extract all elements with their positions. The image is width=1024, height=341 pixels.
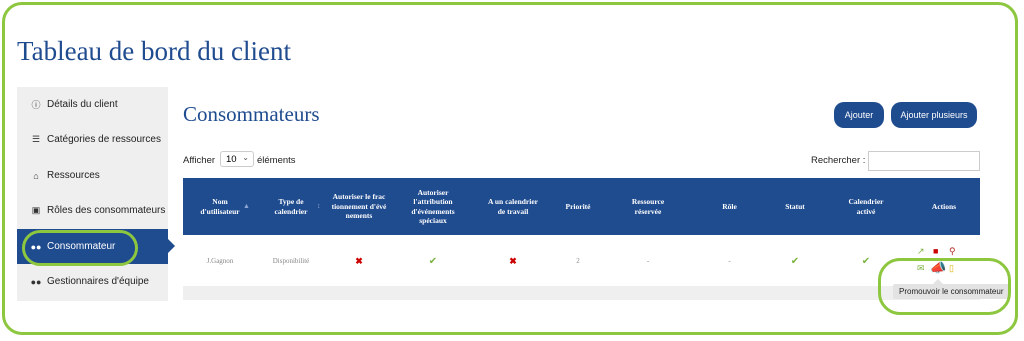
- cell-has-work-calendar: ✖: [473, 236, 553, 286]
- sidebar-item-label: Rôles des consommateurs: [47, 205, 166, 216]
- sidebar-item-label: Détails du client: [47, 99, 118, 110]
- sidebar-item-team-managers[interactable]: ●● Gestionnaires d'équipe: [17, 264, 168, 299]
- column-header-reserved-resource[interactable]: Ressource réservée: [603, 178, 693, 235]
- sidebar-item-details[interactable]: ⓘ Détails du client: [17, 87, 168, 122]
- key-icon[interactable]: ⚲: [949, 246, 956, 257]
- cell-username: J.Gagnon: [206, 257, 234, 265]
- cross-icon: ✖: [509, 255, 517, 266]
- table-header: Nom d'utilisateur ▲ Type de calendrier ↕…: [183, 178, 980, 235]
- id-badge-icon: ▣: [31, 205, 41, 215]
- search-input[interactable]: [868, 151, 980, 171]
- column-header-calendar-type[interactable]: Type de calendrier ↕: [257, 178, 325, 235]
- cell-calendar-type: Disponibilité: [272, 257, 310, 265]
- column-header-actions: Actions: [931, 201, 957, 211]
- edit-icon[interactable]: ↗: [917, 246, 925, 257]
- table-row: [183, 286, 980, 300]
- column-header-has-work-calendar[interactable]: A un calendrier de travail: [473, 178, 553, 235]
- users-icon: ●●: [30, 276, 42, 287]
- sidebar-item-resources[interactable]: ⌂ Ressources: [17, 158, 168, 193]
- page-size-select[interactable]: 10 ⌄: [220, 151, 254, 167]
- chevron-down-icon: ⌄: [242, 153, 249, 162]
- column-header-priority[interactable]: Priorité: [553, 178, 603, 235]
- table-row: J.Gagnon Disponibilité ✖ ✔ ✖ 2 - - ✔ ✔: [183, 236, 980, 286]
- active-indicator-arrow: [168, 239, 175, 253]
- cell-status: ✔: [766, 236, 824, 286]
- check-icon: ✔: [790, 255, 800, 267]
- sidebar-item-label: Catégories de ressources: [47, 134, 161, 145]
- column-header-status[interactable]: Statut: [766, 178, 824, 235]
- cross-icon: ✖: [355, 255, 363, 266]
- highlight-oval-consumer: [22, 230, 138, 266]
- column-header-calendar-enabled[interactable]: Calendrier activé: [824, 178, 908, 235]
- page-title: Tableau de bord du client: [17, 36, 292, 66]
- column-header-allow-split[interactable]: Autoriser le fractionnement d'événements: [325, 178, 393, 235]
- check-icon: ✔: [861, 255, 871, 267]
- add-many-button[interactable]: Ajouter plusieurs: [891, 102, 977, 128]
- column-header-allow-special[interactable]: Autoriser l'attribution d'événements spé…: [393, 178, 473, 235]
- info-circle-icon: ⓘ: [31, 100, 41, 110]
- highlight-oval-actions: [878, 258, 1011, 315]
- section-title: Consommateurs: [183, 102, 320, 126]
- show-entries-suffix: éléments: [257, 155, 296, 166]
- column-header-username[interactable]: Nom d'utilisateur ▲: [183, 178, 257, 235]
- sort-icon: ▲: [243, 202, 250, 210]
- sidebar: ⓘ Détails du client ☰ Catégories de ress…: [17, 87, 168, 301]
- sidebar-item-resource-categories[interactable]: ☰ Catégories de ressources: [17, 122, 168, 157]
- check-icon: ✔: [428, 255, 438, 267]
- add-button[interactable]: Ajouter: [834, 102, 884, 128]
- sort-icon: ↕: [317, 202, 321, 210]
- home-icon: ⌂: [33, 170, 39, 181]
- cell-reserved-resource: -: [646, 257, 650, 265]
- sidebar-item-consumer-roles[interactable]: ▣ Rôles des consommateurs: [17, 193, 168, 228]
- search-label: Rechercher :: [811, 155, 866, 166]
- layers-icon: ☰: [31, 134, 41, 144]
- show-entries-prefix: Afficher: [183, 155, 216, 166]
- cell-allow-special: ✔: [393, 236, 473, 286]
- cell-role: -: [728, 257, 731, 265]
- column-header-role[interactable]: Rôle: [693, 178, 766, 235]
- sidebar-item-label: Ressources: [47, 170, 100, 181]
- page-size-value: 10: [226, 153, 237, 165]
- cell-allow-split: ✖: [325, 236, 393, 286]
- sidebar-item-label: Gestionnaires d'équipe: [47, 276, 149, 287]
- trash-icon[interactable]: ■: [933, 246, 938, 256]
- cell-priority: 2: [576, 257, 580, 265]
